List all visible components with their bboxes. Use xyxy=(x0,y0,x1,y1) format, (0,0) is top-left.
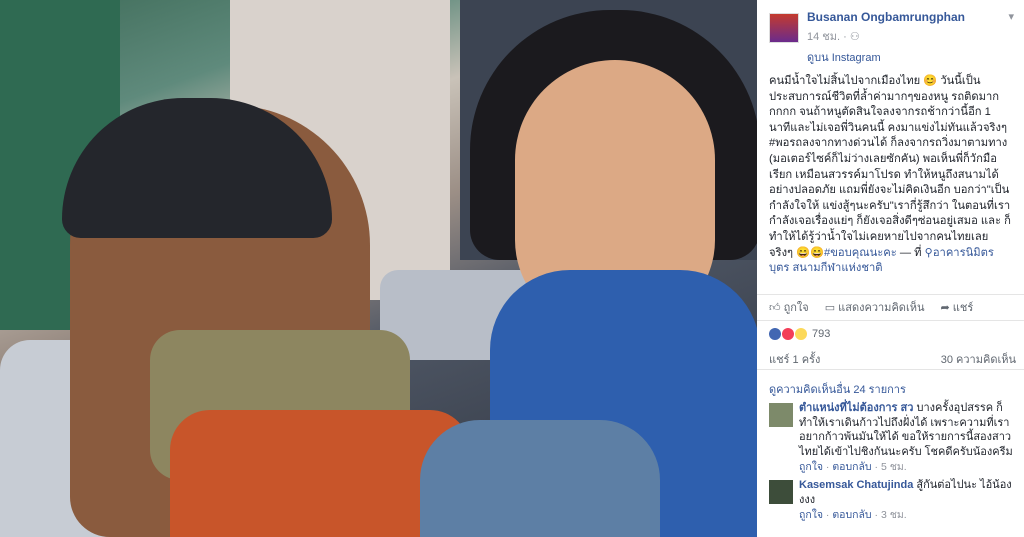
thumbs-up-icon: 👍︎ xyxy=(769,301,784,314)
like-label: ถูกใจ xyxy=(783,301,809,314)
post-time[interactable]: 14 ชม. · ⚇ xyxy=(807,27,1012,45)
share-count[interactable]: แชร์ 1 ครั้ง xyxy=(769,350,820,369)
comment-icon: ▭ xyxy=(824,301,839,314)
comment-button[interactable]: ▭ แสดงความคิดเห็น xyxy=(825,298,925,316)
comment-time[interactable]: 3 ชม. xyxy=(881,509,907,521)
share-button[interactable]: ➦ แชร์ xyxy=(940,298,973,316)
comment-item: ตำแหน่งที่ไม่ต้องการ สว บางครั้งอุปสรรค … xyxy=(769,401,1019,475)
post-text-body: คนมีน้ำใจไม่สิ้นไปจากเมืองไทย 😊 วันนี้เป… xyxy=(769,75,1011,259)
like-reaction-icon xyxy=(769,327,781,340)
like-button[interactable]: 👍︎ ถูกใจ xyxy=(769,298,809,316)
post-header: Busanan Ongbamrungphan 14 ชม. · ⚇ ดูบน I… xyxy=(757,0,1024,70)
post-actions: 👍︎ ถูกใจ ▭ แสดงความคิดเห็น ➦ แชร์ xyxy=(757,294,1024,318)
comment-count[interactable]: 30 ความคิดเห็น xyxy=(941,350,1016,369)
hashtag-link[interactable]: #ขอบคุณนะคะ xyxy=(824,247,897,259)
view-more-comments-link[interactable]: ดูความคิดเห็นอื่น 24 รายการ xyxy=(769,380,906,398)
love-reaction-icon xyxy=(782,327,794,340)
place-prefix: — ที่ xyxy=(896,246,925,259)
comment-label: แสดงความคิดเห็น xyxy=(838,301,925,314)
comment-reply-button[interactable]: ตอบกลับ xyxy=(832,461,871,473)
comment-item: Kasemsak Chatujinda สู้กันต่อไปนะ ไอ้น้อ… xyxy=(769,478,1019,523)
reactions-summary[interactable]: 793 xyxy=(757,320,1024,346)
commenter-avatar[interactable] xyxy=(769,403,793,427)
post-stats: แชร์ 1 ครั้ง 30 ความคิดเห็น xyxy=(757,350,1024,370)
reaction-count: 793 xyxy=(812,327,831,340)
photo-denim-jacket xyxy=(420,420,660,537)
comment-time[interactable]: 5 ชม. xyxy=(881,461,907,473)
comment-like-button[interactable]: ถูกใจ xyxy=(799,461,823,473)
view-on-instagram-link[interactable]: ดูบน Instagram xyxy=(807,48,1012,66)
audience-icon: · ⚇ xyxy=(843,31,860,43)
author-name[interactable]: Busanan Ongbamrungphan xyxy=(807,10,1012,24)
comment-like-button[interactable]: ถูกใจ xyxy=(799,509,823,521)
chevron-down-icon[interactable]: ▾ xyxy=(1008,10,1014,23)
commenter-name[interactable]: ตำแหน่งที่ไม่ต้องการ สว xyxy=(799,402,913,414)
commenter-name[interactable]: Kasemsak Chatujinda xyxy=(799,479,913,491)
share-icon: ➦ xyxy=(940,301,953,314)
comment-reply-button[interactable]: ตอบกลับ xyxy=(832,509,871,521)
location-pin-icon: ⚲ xyxy=(924,246,933,259)
share-label: แชร์ xyxy=(952,301,974,314)
author-avatar[interactable] xyxy=(769,13,799,43)
commenter-avatar[interactable] xyxy=(769,480,793,504)
post-side-panel: Busanan Ongbamrungphan 14 ชม. · ⚇ ดูบน I… xyxy=(757,0,1024,537)
post-text: คนมีน้ำใจไม่สิ้นไปจากเมืองไทย 😊 วันนี้เป… xyxy=(757,70,1024,277)
post-time-text: 14 ชม. xyxy=(807,31,841,43)
post-photo[interactable] xyxy=(0,0,757,537)
wow-reaction-icon xyxy=(795,327,807,340)
